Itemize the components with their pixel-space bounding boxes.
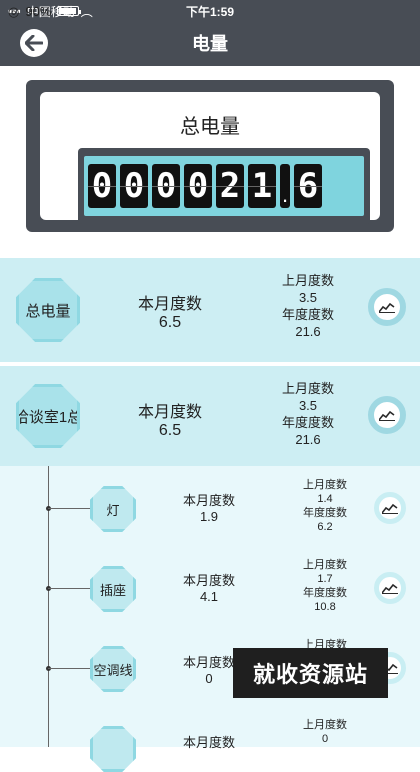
nav-bar: 电量	[0, 22, 420, 66]
chart-icon	[379, 410, 395, 421]
total-card[interactable]: 总电量 本月度数 6.5 上月度数 3.5 年度度数 21.6	[0, 258, 420, 362]
year-label: 年度度数	[281, 415, 334, 430]
status-bar: ▪▪▪ 中国移动 ︵ 下午1:59 ◎ 90%	[0, 0, 420, 22]
year-value: 6.2	[317, 521, 333, 533]
month-label: 本月度数	[182, 573, 235, 588]
meter-digit: 0	[152, 164, 180, 208]
meter-counter: 0 0 0 0 2 1 . 6	[78, 148, 370, 224]
last-month-label: 上月度数	[281, 273, 334, 288]
total-month: 本月度数 6.5	[130, 290, 210, 332]
last-month-value: 3.5	[298, 398, 318, 413]
meter-digits: 0 0 0 0 2 1 . 6	[84, 156, 364, 216]
room-chart-button[interactable]	[368, 396, 406, 434]
child-stats: 上月度数 1.7 年度度数 10.8	[295, 558, 355, 614]
meter-label: 总电量	[180, 116, 240, 138]
last-month-value: 1.4	[317, 493, 333, 505]
last-month-label: 上月度数	[303, 719, 347, 731]
page-title: 电量	[192, 34, 228, 54]
meter-digit: 6	[294, 164, 322, 208]
meter-digit: 2	[216, 164, 244, 208]
year-value: 10.8	[314, 601, 336, 613]
month-value: 1.9	[199, 509, 219, 524]
tree-branch	[48, 668, 90, 669]
last-month-label: 上月度数	[303, 559, 347, 571]
year-label: 年度度数	[281, 307, 334, 322]
chart-icon	[382, 503, 398, 514]
meter-digit: 0	[184, 164, 212, 208]
last-month-value: 3.5	[298, 290, 318, 305]
chart-icon	[379, 302, 395, 313]
meter-digit: 0	[120, 164, 148, 208]
meter-frame: 总电量 0 0 0 0 2 1 . 6	[26, 80, 394, 232]
child-chart-button[interactable]	[374, 492, 406, 524]
last-month-value: 0	[321, 733, 329, 745]
meter-inner: 总电量 0 0 0 0 2 1 . 6	[40, 92, 380, 224]
room-stats: 上月度数 3.5 年度度数 21.6	[272, 380, 344, 448]
month-label: 本月度数	[182, 493, 235, 508]
chart-icon	[382, 583, 398, 594]
child-stats: 上月度数 1.4 年度度数 6.2	[295, 478, 355, 534]
meter-digit: 1	[248, 164, 276, 208]
month-label: 本月度数	[182, 655, 235, 670]
year-value: 21.6	[295, 432, 321, 447]
watermark-overlay: 就收资源站	[233, 648, 388, 698]
year-label: 年度度数	[303, 507, 347, 519]
status-right: ◎ 90%	[8, 3, 82, 20]
month-label: 本月度数	[182, 735, 235, 750]
year-label: 年度度数	[303, 587, 347, 599]
child-month[interactable]: 本月度数	[172, 732, 246, 751]
month-value: 6.5	[158, 314, 182, 331]
child-month[interactable]: 本月度数 4.1	[172, 570, 246, 604]
location-icon: ◎	[8, 3, 20, 19]
meter-panel: 总电量 0 0 0 0 2 1 . 6	[0, 66, 420, 258]
total-badge: 总电量	[16, 278, 80, 342]
room-card[interactable]: 洽谈室1总 本月度数 6.5 上月度数 3.5 年度度数 21.6	[0, 366, 420, 466]
battery-percent: 90%	[25, 3, 52, 19]
last-month-value: 1.7	[317, 573, 333, 585]
child-badge: 插座	[90, 566, 136, 612]
room-month: 本月度数 6.5	[130, 398, 210, 440]
meter-digit: 0	[88, 164, 116, 208]
child-badge: 灯	[90, 486, 136, 532]
last-month-label: 上月度数	[281, 381, 334, 396]
month-value: 6.5	[158, 422, 182, 439]
tree-branch	[48, 508, 90, 509]
total-stats: 上月度数 3.5 年度度数 21.6	[272, 272, 344, 340]
last-month-label: 上月度数	[303, 479, 347, 491]
year-value: 21.6	[295, 324, 321, 339]
child-chart-button[interactable]	[374, 572, 406, 604]
total-chart-button[interactable]	[368, 288, 406, 326]
child-badge	[90, 726, 136, 772]
tree-branch	[48, 588, 90, 589]
month-label: 本月度数	[137, 404, 202, 421]
child-month[interactable]: 本月度数 1.9	[172, 490, 246, 524]
room-badge: 洽谈室1总	[16, 384, 80, 448]
month-label: 本月度数	[137, 296, 202, 313]
circuit-tree: 灯 本月度数 1.9 上月度数 1.4 年度度数 6.2 插座 本月度数 4.1…	[0, 466, 420, 772]
month-value: 4.1	[199, 589, 219, 604]
child-badge: 空调线	[90, 646, 136, 692]
battery-icon	[57, 6, 82, 16]
child-stats: 上月度数 0	[295, 718, 355, 746]
meter-decimal-point: .	[280, 164, 290, 208]
